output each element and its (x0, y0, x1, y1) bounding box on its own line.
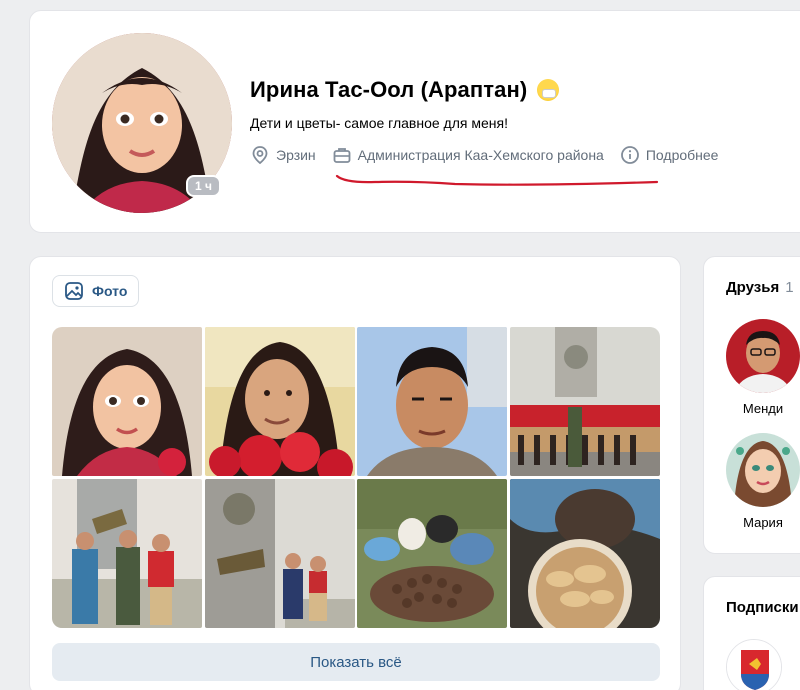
friend-name: Мария (743, 515, 783, 530)
tab-photos-label: Фото (92, 283, 128, 299)
profile-info-row: Эрзин Администрация Каа-Хемского района … (250, 145, 734, 165)
subscription-avatar[interactable] (726, 639, 782, 690)
friends-header[interactable]: Друзья 1 (726, 279, 794, 296)
profile-name: Ирина Тас-Оол (Араптан) (250, 77, 528, 102)
photo-thumb-7[interactable] (357, 479, 508, 628)
friends-card: Друзья 1 Менди Мария (703, 256, 800, 554)
friend-avatar-man-icon (726, 319, 800, 393)
red-underline-mark (335, 174, 659, 186)
subscriptions-card: Подписки (703, 576, 800, 690)
photo-icon (65, 282, 83, 300)
tab-photos[interactable]: Фото (52, 275, 140, 307)
photo-thumb-8[interactable] (509, 479, 660, 628)
more-info-item[interactable]: Подробнее (620, 145, 719, 165)
work-text: Администрация Каа-Хемского района (357, 147, 604, 163)
location-pin-icon (252, 146, 268, 165)
show-all-photos-button[interactable]: Показать всё (52, 643, 660, 681)
photo-cartoon-portrait-icon (52, 327, 202, 476)
subscriptions-title[interactable]: Подписки (726, 599, 799, 616)
online-time-badge: 1 ч (186, 175, 221, 197)
profile-header-card: 1 ч Ирина Тас-Оол (Араптан) Дети и цветы… (29, 10, 800, 233)
photo-mushrooms-bowl-icon (509, 479, 660, 628)
more-info-text: Подробнее (645, 147, 719, 163)
friend-avatar-woman-icon (726, 433, 800, 507)
friend-avatar (726, 433, 800, 507)
name-row: Ирина Тас-Оол (Араптан) (250, 77, 560, 103)
photo-thumb-4[interactable] (509, 327, 660, 476)
location-item[interactable]: Эрзин (250, 145, 316, 165)
mask-emoji-icon (537, 79, 560, 101)
photo-thumb-1[interactable] (52, 327, 202, 476)
friend-item[interactable]: Мария (726, 433, 800, 530)
photo-thumb-3[interactable] (357, 327, 508, 476)
location-text: Эрзин (276, 147, 316, 163)
friend-avatar (726, 319, 800, 393)
photo-cadets-at-monument-icon (509, 327, 660, 476)
photo-thumb-2[interactable] (204, 327, 355, 476)
photo-grid (52, 327, 660, 629)
coat-of-arms-icon (727, 640, 781, 690)
photo-young-man-selfie-icon (357, 327, 508, 476)
briefcase-icon (333, 148, 351, 163)
photo-woman-with-flowers-icon (204, 327, 355, 476)
photo-group-at-memorial-icon (52, 479, 202, 628)
friends-count: 1 (785, 279, 794, 296)
friend-item[interactable]: Менди (726, 319, 800, 416)
friend-name: Менди (742, 401, 784, 416)
profile-status: Дети и цветы- самое главное для меня! (250, 115, 508, 131)
work-item[interactable]: Администрация Каа-Хемского района (332, 145, 604, 165)
photo-thumb-6[interactable] (204, 479, 355, 628)
friends-title: Друзья (726, 279, 780, 296)
info-circle-icon (620, 146, 639, 164)
photo-pine-cones-harvest-icon (357, 479, 508, 628)
photo-people-at-memorial-icon (204, 479, 355, 628)
photos-card: Фото Показать всё (29, 256, 681, 690)
photo-thumb-5[interactable] (52, 479, 202, 628)
